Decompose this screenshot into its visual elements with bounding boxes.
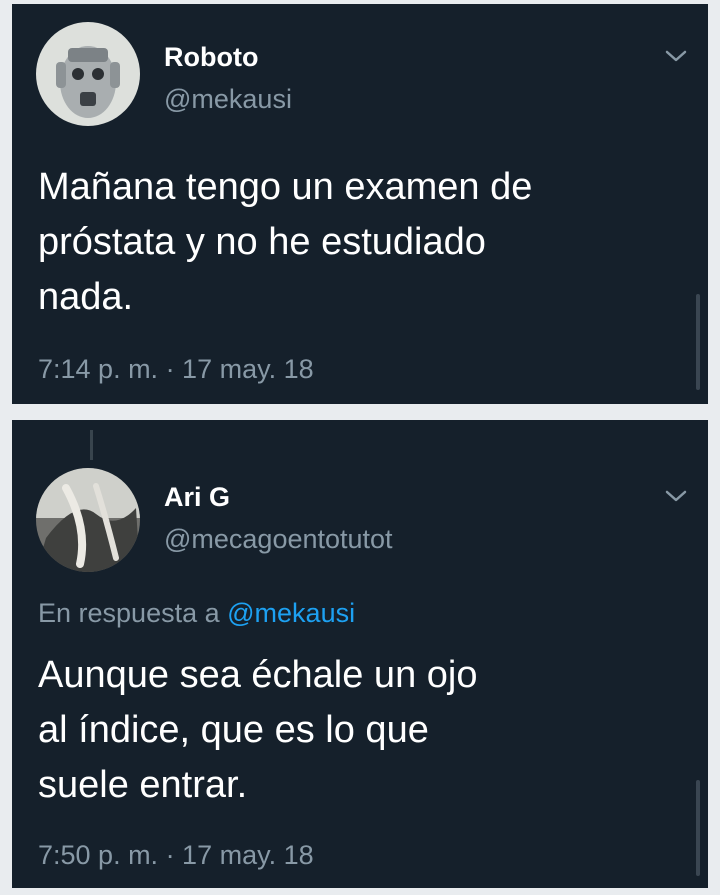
- avatar[interactable]: [36, 22, 140, 126]
- thread-connector-line: [90, 430, 93, 460]
- reply-context: En respuesta a @mekausi: [38, 598, 355, 629]
- tweet-timestamp[interactable]: 7:50 p. m. · 17 may. 18: [38, 840, 314, 871]
- scrollbar-edge: [696, 780, 700, 876]
- chevron-down-icon[interactable]: [664, 488, 688, 504]
- tweet-card-2[interactable]: Ari G @mecagoentotutot En respuesta a @m…: [12, 420, 708, 888]
- reply-mention-link[interactable]: @mekausi: [227, 598, 355, 628]
- chevron-down-icon[interactable]: [664, 48, 688, 64]
- user-handle[interactable]: @mecagoentotutot: [164, 524, 393, 555]
- avatar[interactable]: [36, 468, 140, 572]
- tweet-text: Mañana tengo un examen de próstata y no …: [38, 166, 533, 318]
- tweet-timestamp[interactable]: 7:14 p. m. · 17 may. 18: [38, 354, 314, 385]
- display-name[interactable]: Ari G: [164, 482, 230, 513]
- robot-avatar-icon: [36, 22, 140, 126]
- user-handle[interactable]: @mekausi: [164, 84, 292, 115]
- photo-avatar-icon: [36, 468, 140, 572]
- tweet-text: Aunque sea échale un ojo al índice, que …: [38, 654, 478, 806]
- tweet-card-1[interactable]: Roboto @mekausi Mañana tengo un examen d…: [12, 4, 708, 404]
- reply-prefix: En respuesta a: [38, 598, 220, 628]
- scrollbar-edge: [696, 294, 700, 390]
- display-name[interactable]: Roboto: [164, 42, 258, 73]
